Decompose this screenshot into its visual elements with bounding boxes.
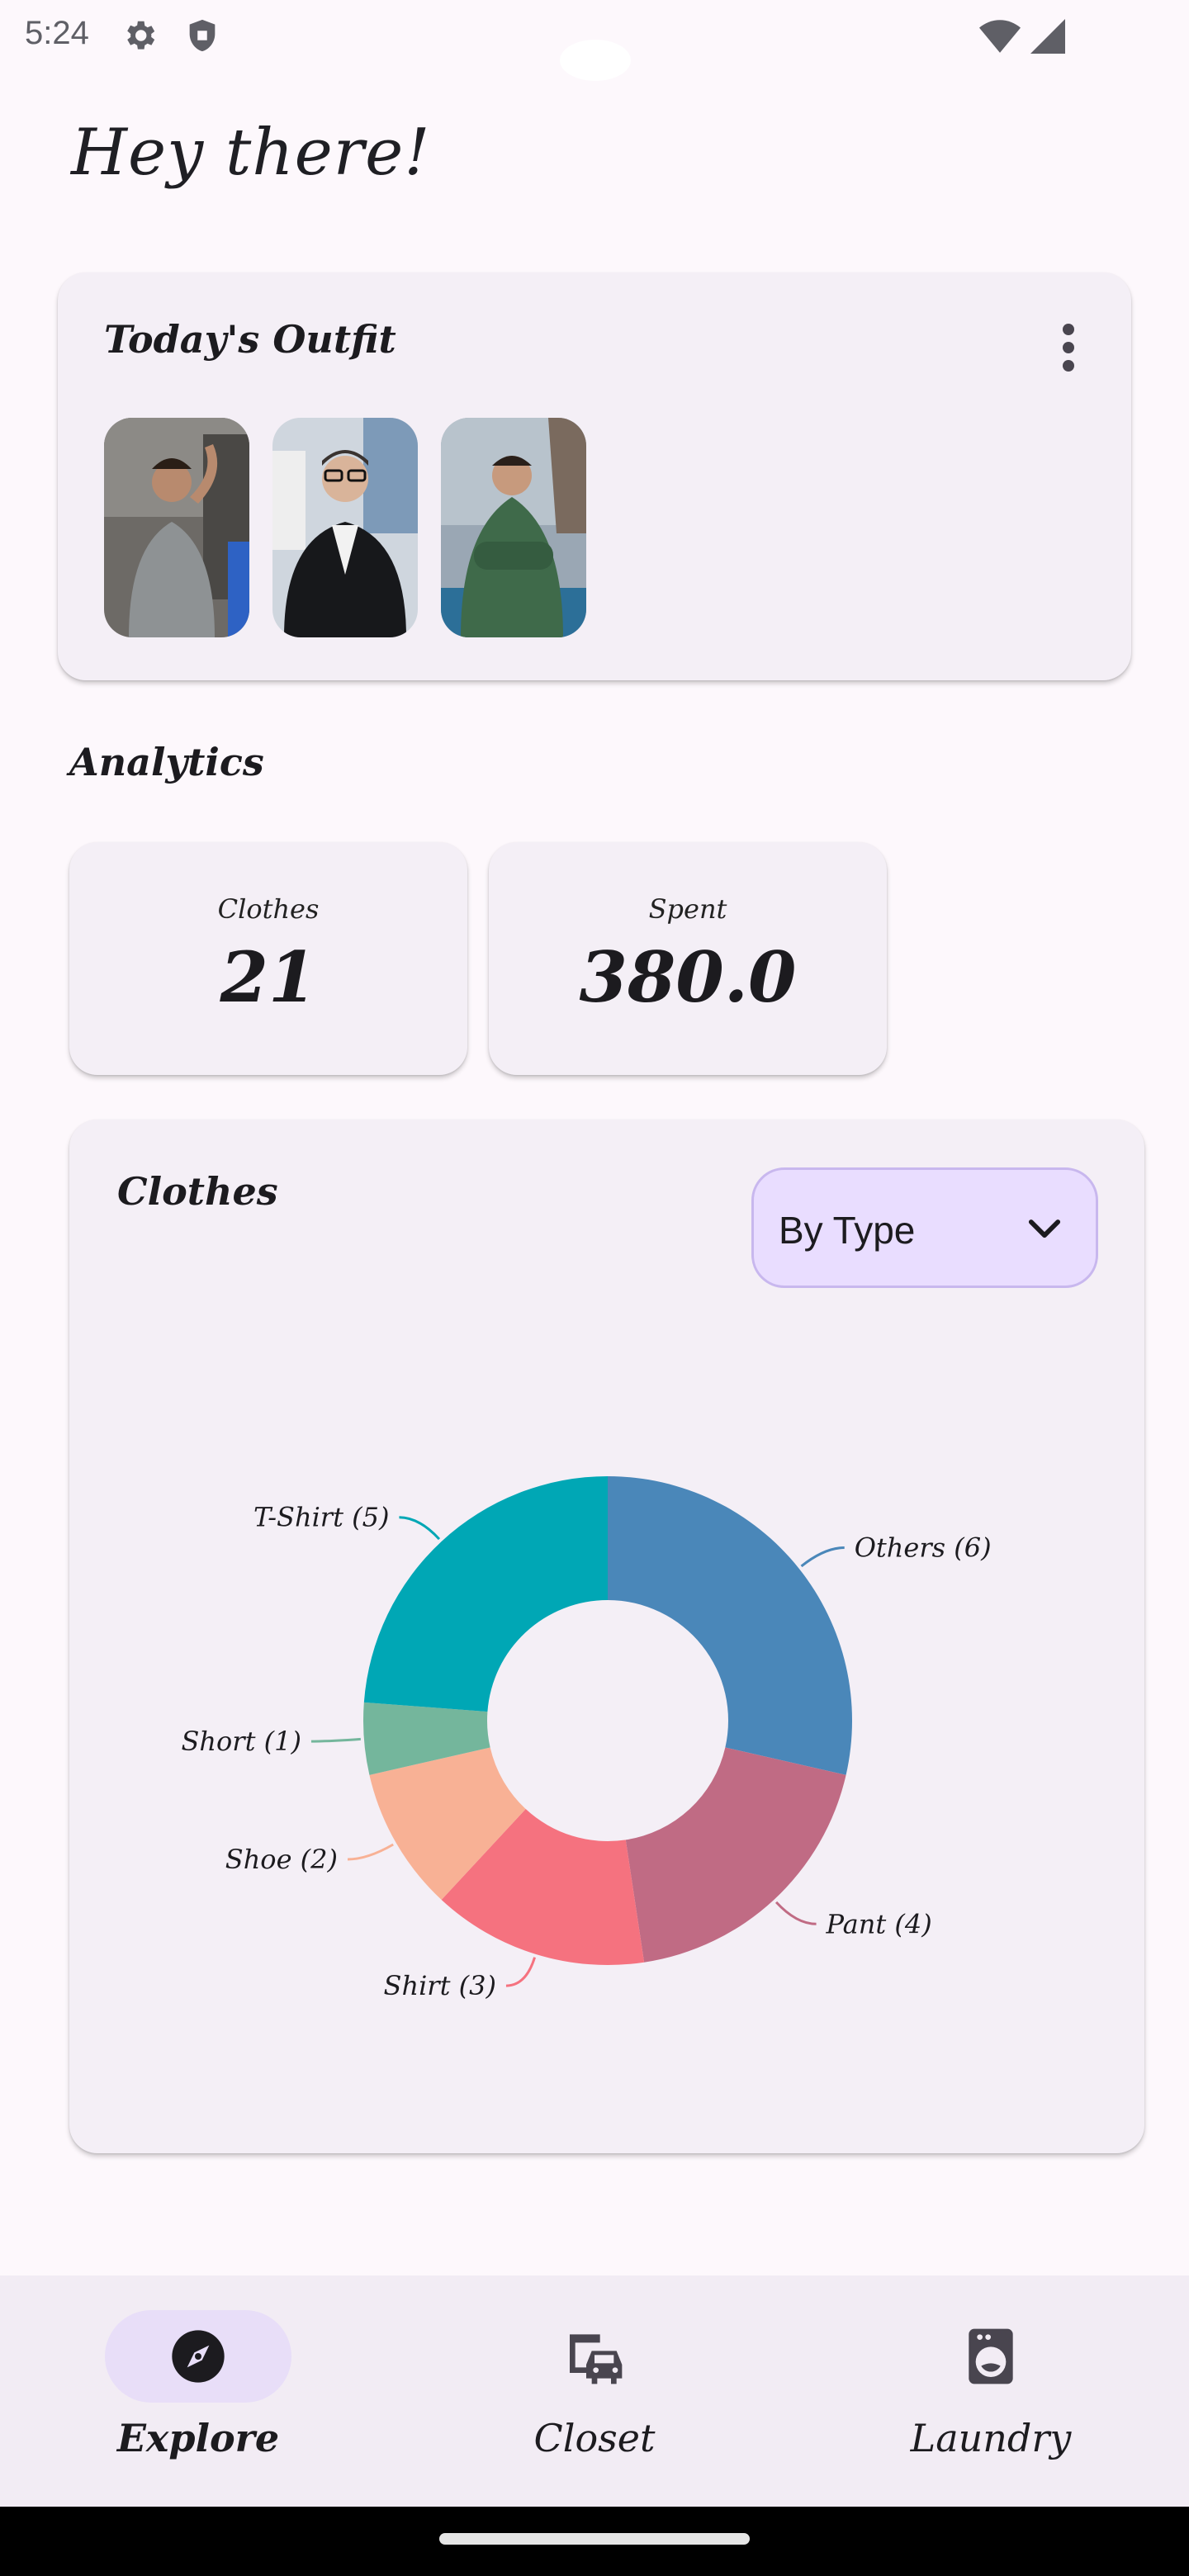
slice-label-t-shirt: T-Shirt (5) (253, 1502, 389, 1533)
stat-card-spent: Spent 380.0 (489, 842, 887, 1075)
signal-icon (1030, 19, 1065, 54)
system-navigation-area (0, 2507, 1189, 2576)
outfit-card-title: Today's Outfit (104, 317, 396, 362)
analytics-title: Analytics (69, 740, 264, 784)
washing-machine-icon (969, 2328, 1013, 2384)
bottom-navigation: Explore Closet Laundry (0, 2275, 1189, 2507)
donut-slice-others[interactable] (608, 1476, 852, 1775)
slice-leader-line (505, 1957, 537, 1987)
stat-label: Spent (648, 893, 727, 925)
compass-icon (172, 2330, 225, 2383)
stat-value: 21 (220, 936, 317, 1018)
clothes-chart-card: Clothes By Type Others (6) Pant (4) Shirt … (69, 1120, 1144, 2153)
donut-slice-t-shirt[interactable] (363, 1476, 608, 1712)
nav-item-explore[interactable]: Explore (0, 2275, 396, 2507)
home-gesture-bar[interactable] (439, 2533, 750, 2545)
closet-icon (570, 2334, 623, 2384)
stat-value: 380.0 (579, 936, 797, 1018)
nav-item-closet[interactable]: Closet (396, 2275, 793, 2507)
slice-leader-line (775, 1901, 817, 1925)
nav-item-laundry[interactable]: Laundry (793, 2275, 1189, 2507)
shield-icon (189, 19, 216, 52)
slice-leader-line (347, 1843, 394, 1861)
outfit-photo-green-hoodie[interactable] (441, 418, 586, 637)
nav-label: Closet (533, 2416, 656, 2460)
status-time: 5:24 (25, 15, 89, 51)
greeting-title: Hey there! (71, 116, 431, 190)
outfit-photo-grey-tshirt[interactable] (104, 418, 249, 637)
camera-cutout (560, 40, 631, 81)
nav-label: Laundry (910, 2416, 1072, 2460)
gear-icon (127, 21, 155, 50)
slice-leader-line (800, 1546, 845, 1568)
todays-outfit-card: Today's Outfit (58, 272, 1131, 680)
slice-label-short: Short (1) (181, 1726, 301, 1757)
stat-card-clothes: Clothes 21 (69, 842, 467, 1075)
wifi-icon (979, 20, 1021, 53)
slice-label-shoe: Shoe (2) (225, 1844, 338, 1875)
slice-label-pant: Pant (4) (826, 1908, 932, 1939)
nav-label: Explore (116, 2416, 280, 2460)
slice-leader-line (399, 1516, 441, 1541)
status-bar: 5:24 (0, 0, 1189, 81)
slice-label-shirt: Shirt (3) (384, 1970, 496, 2001)
outfit-photo-black-blazer[interactable] (272, 418, 418, 637)
slice-label-others: Others (6) (855, 1532, 992, 1564)
stat-label: Clothes (217, 893, 320, 925)
slice-leader-line (310, 1737, 361, 1743)
donut-slice-pant[interactable] (625, 1747, 846, 1963)
more-vert-icon[interactable] (1052, 319, 1085, 376)
outfit-photo-list (104, 418, 586, 637)
donut-chart: Others (6) Pant (4) Shirt (3) Shoe (2) Short… (181, 1476, 992, 2001)
